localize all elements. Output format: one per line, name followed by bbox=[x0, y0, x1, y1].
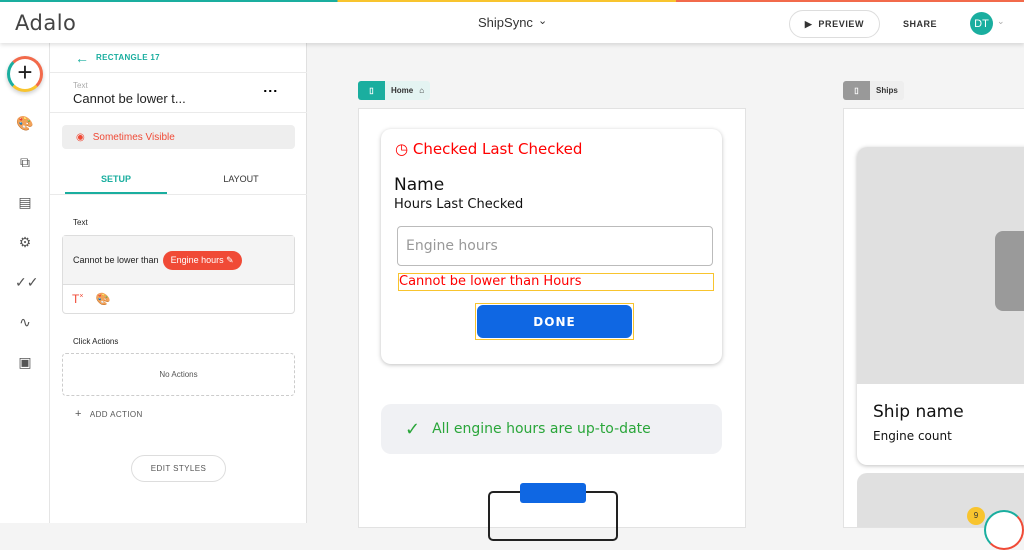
edit-styles-button[interactable]: EDIT STYLES bbox=[131, 455, 226, 482]
screen-tag-ships[interactable]: ▯ Ships bbox=[843, 81, 904, 100]
add-action-button[interactable]: + ADD ACTION bbox=[75, 408, 143, 420]
clipboard-clip bbox=[520, 483, 586, 503]
properties-panel: ← RECTANGLE 17 Text Cannot be lower t...… bbox=[50, 43, 307, 523]
check-icon: ✓ bbox=[405, 418, 421, 440]
play-icon: ▶ bbox=[804, 18, 813, 29]
avatar[interactable]: DT bbox=[970, 12, 993, 35]
done-button[interactable]: DONE bbox=[477, 305, 632, 338]
image-placeholder bbox=[857, 147, 1024, 384]
success-text: All engine hours are up-to-date bbox=[432, 421, 651, 437]
chevron-down-icon[interactable]: ⌄ bbox=[538, 14, 547, 27]
actions-list: No Actions bbox=[62, 353, 295, 396]
visibility-label: Sometimes Visible bbox=[92, 131, 175, 143]
status-text: Checked Last Checked bbox=[412, 140, 583, 158]
clock-icon: ◷ bbox=[395, 140, 409, 158]
preview-button[interactable]: ▶ PREVIEW bbox=[789, 10, 880, 38]
success-banner: ✓ All engine hours are up-to-date bbox=[381, 404, 722, 454]
ship-name: Ship name bbox=[873, 402, 964, 422]
error-text[interactable]: Cannot be lower than Hours bbox=[398, 273, 714, 291]
preview-label: PREVIEW bbox=[818, 19, 865, 29]
tab-layout[interactable]: LAYOUT bbox=[190, 174, 292, 184]
add-component-button[interactable]: + bbox=[7, 56, 43, 92]
database-icon[interactable]: ▤ bbox=[15, 194, 35, 214]
hours-last-checked: Hours Last Checked bbox=[394, 197, 524, 212]
screens-icon[interactable]: ⧉ bbox=[15, 154, 35, 174]
help-button[interactable] bbox=[984, 510, 1024, 550]
phone-icon: ▯ bbox=[358, 81, 385, 100]
notification-badge[interactable]: 9 bbox=[967, 507, 985, 525]
add-action-label: ADD ACTION bbox=[89, 410, 143, 419]
component-name[interactable]: Cannot be lower t... bbox=[73, 91, 186, 106]
plus-icon: + bbox=[75, 408, 82, 420]
top-bar: Adalo ShipSync ⌄ ▶ PREVIEW SHARE DT ⌄ bbox=[0, 0, 1024, 43]
ships-screen[interactable]: Ship name Engine count bbox=[843, 108, 1024, 528]
check-card: ◷ Checked Last Checked Name Hours Last C… bbox=[381, 129, 722, 364]
magic-text-icon[interactable]: T× bbox=[72, 292, 83, 306]
home-icon: ⌂ bbox=[419, 86, 425, 95]
component-type: Text bbox=[73, 81, 88, 90]
palette-icon[interactable]: 🎨 bbox=[15, 115, 35, 135]
back-arrow-icon[interactable]: ← bbox=[75, 50, 89, 66]
ship-card[interactable]: Ship name Engine count bbox=[857, 147, 1024, 465]
chevron-down-icon[interactable]: ⌄ bbox=[997, 16, 1005, 27]
publish-icon[interactable]: ✓✓ bbox=[15, 274, 38, 294]
eye-icon: ◉ bbox=[76, 131, 85, 143]
share-button[interactable]: SHARE bbox=[903, 19, 937, 29]
more-options-icon[interactable]: ⋮ bbox=[263, 84, 279, 98]
home-screen[interactable]: ◷ Checked Last Checked Name Hours Last C… bbox=[358, 108, 746, 541]
tab-setup[interactable]: SETUP bbox=[65, 174, 167, 184]
gear-icon[interactable]: ⚙ bbox=[15, 234, 35, 254]
text-value[interactable]: Cannot be lower than bbox=[73, 255, 159, 265]
marketplace-icon[interactable]: ▣ bbox=[15, 354, 35, 374]
click-actions-label: Click Actions bbox=[73, 337, 119, 346]
image-icon bbox=[995, 231, 1024, 311]
no-actions-text: No Actions bbox=[159, 370, 198, 379]
engine-hours-input[interactable]: Engine hours bbox=[397, 226, 713, 266]
screen-name: Ships bbox=[876, 86, 898, 95]
visibility-toggle[interactable]: ◉ Sometimes Visible bbox=[62, 125, 295, 149]
text-editor[interactable]: Cannot be lower than Engine hours ✎ T× 🎨 bbox=[62, 235, 295, 314]
text-label: Text bbox=[73, 218, 88, 227]
palette-icon[interactable]: 🎨 bbox=[95, 292, 110, 306]
screen-tag-home[interactable]: ▯ Home ⌂ bbox=[358, 81, 431, 100]
analytics-icon[interactable]: ∿ bbox=[15, 314, 35, 334]
engine-count: Engine count bbox=[873, 429, 952, 443]
app-name[interactable]: ShipSync bbox=[478, 15, 533, 30]
adalo-logo[interactable]: Adalo bbox=[15, 11, 76, 35]
magic-text-chip[interactable]: Engine hours ✎ bbox=[162, 250, 242, 270]
status-row: ◷ Checked Last Checked bbox=[395, 140, 582, 158]
left-rail: + 🎨 ⧉ ▤ ⚙ ✓✓ ∿ ▣ bbox=[0, 43, 50, 523]
ship-name: Name bbox=[394, 175, 445, 195]
canvas: ▯ Home ⌂ ◷ Checked Last Checked Name Hou… bbox=[307, 43, 1024, 550]
phone-icon: ▯ bbox=[843, 81, 870, 100]
back-label[interactable]: RECTANGLE 17 bbox=[96, 53, 160, 62]
screen-name: Home bbox=[391, 86, 414, 95]
